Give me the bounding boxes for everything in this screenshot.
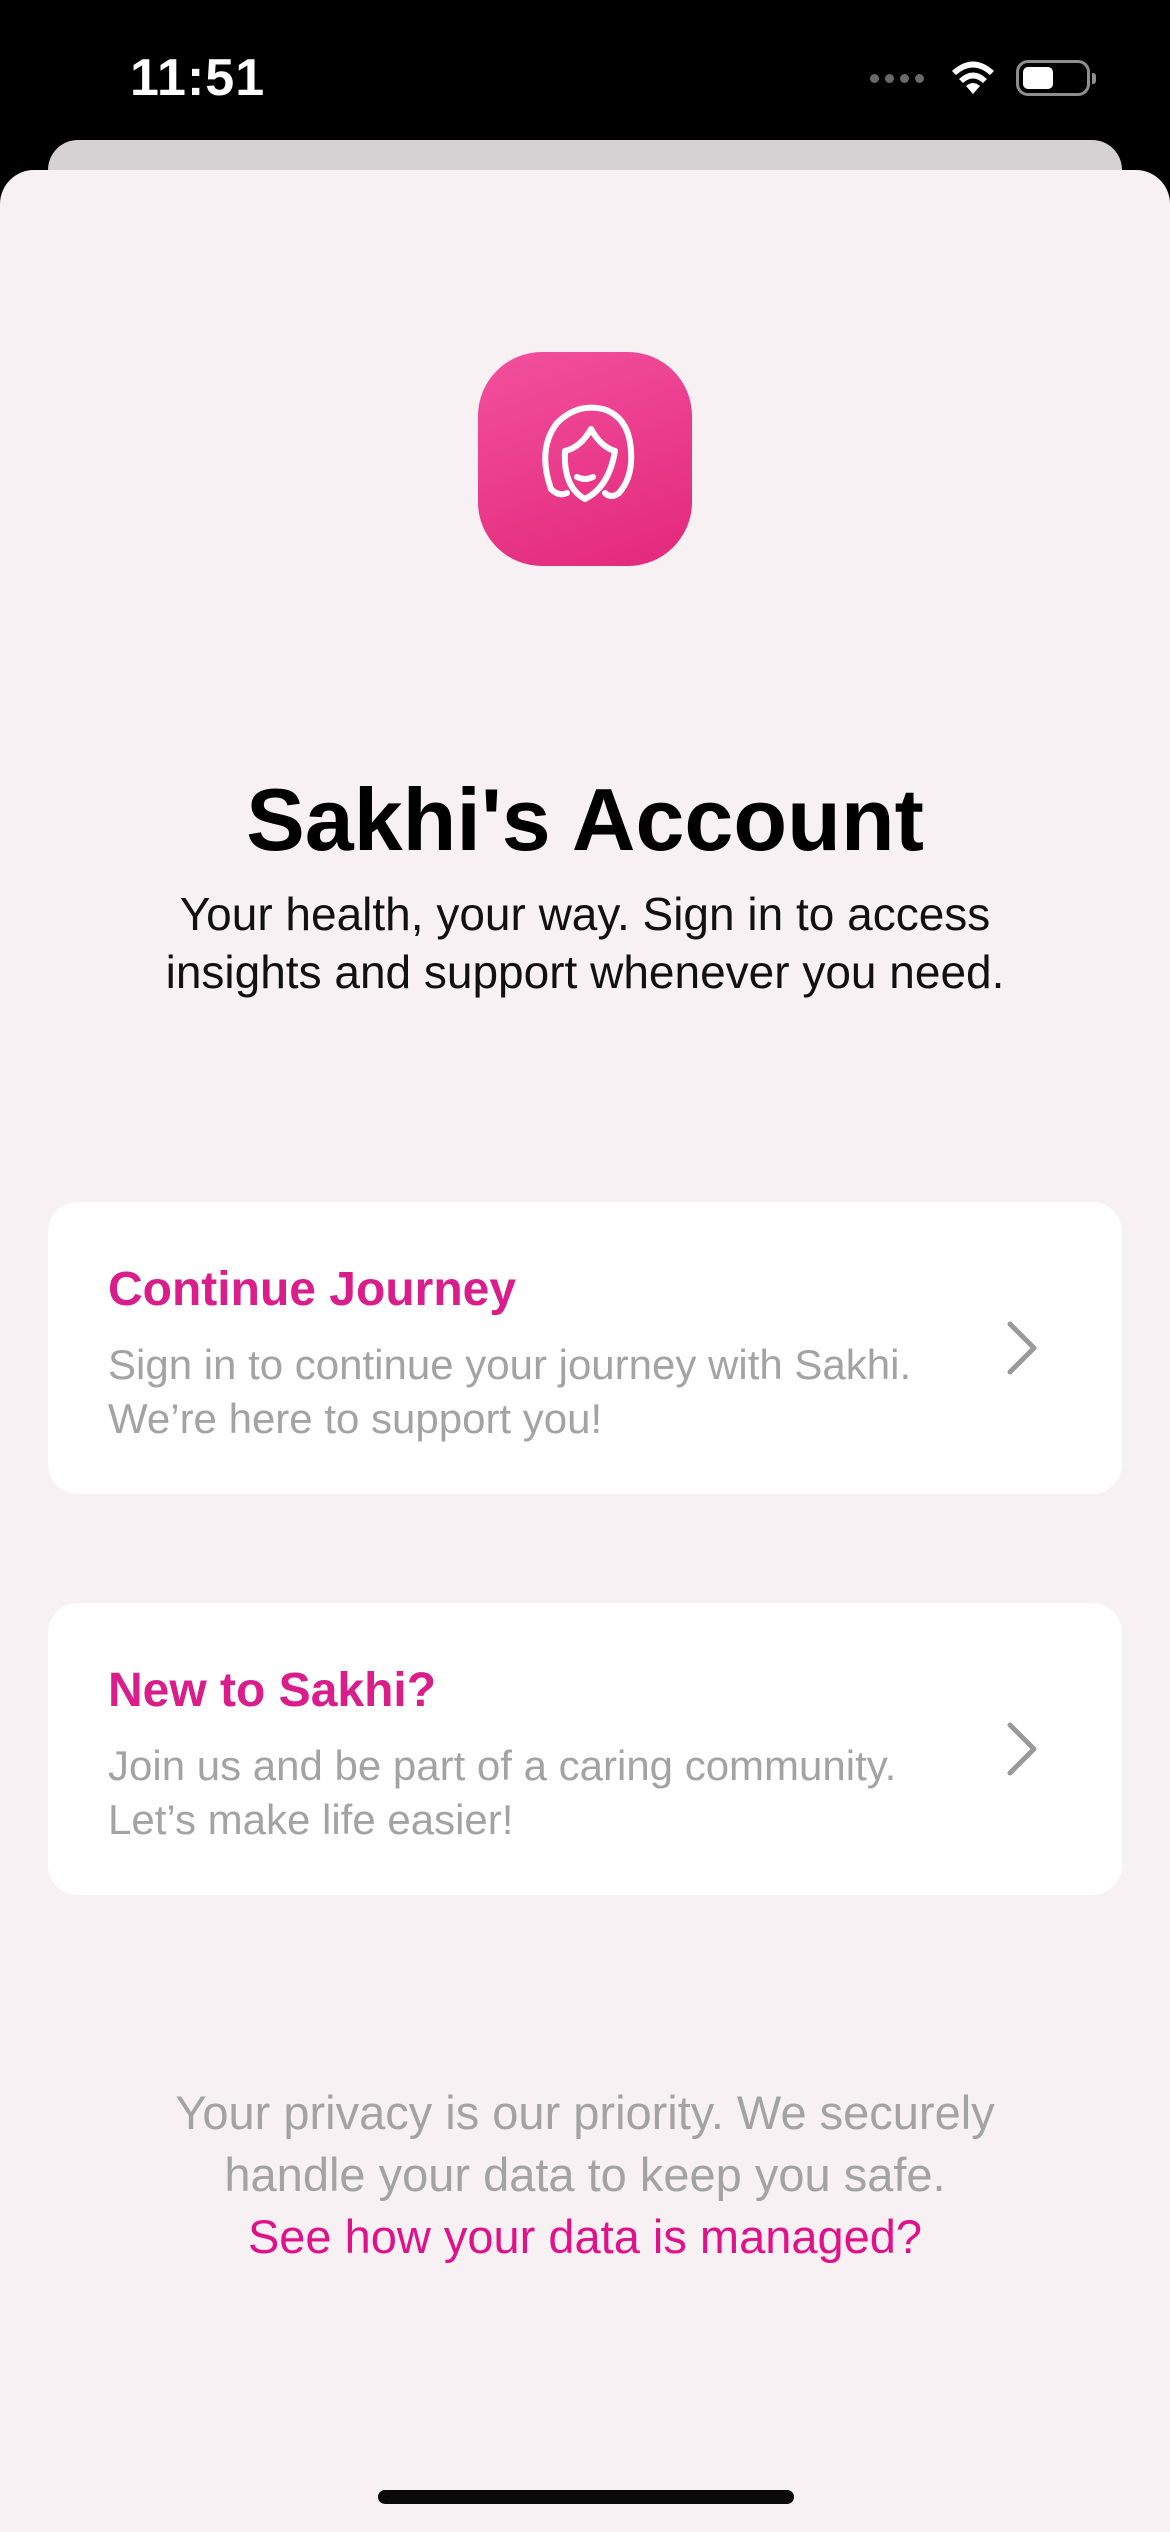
new-to-sakhi-card[interactable]: New to Sakhi? Join us and be part of a c… [48,1603,1122,1895]
status-icons [870,56,1096,100]
home-indicator[interactable] [378,2490,794,2504]
continue-journey-card[interactable]: Continue Journey Sign in to continue you… [48,1202,1122,1494]
wifi-icon [952,61,994,94]
page-title: Sakhi's Account [246,770,924,869]
chevron-right-icon [1007,1722,1037,1776]
battery-icon [1016,60,1096,96]
chevron-right-icon [1007,1321,1037,1375]
app-logo [478,352,692,566]
card-title: New to Sakhi? [108,1664,437,1717]
card-description: Join us and be part of a caring communit… [108,1742,897,1843]
page-subtitle: Your health, your way. Sign in to access… [165,888,1005,998]
signal-dots-icon [870,73,924,83]
data-management-link[interactable]: See how your data is managed? [0,2206,1170,2268]
privacy-text: Your privacy is our priority. We securel… [175,2086,995,2201]
status-time: 11:51 [130,49,266,107]
card-description: Sign in to continue your journey with Sa… [108,1341,912,1442]
status-bar: 11:51 [0,0,1170,140]
card-title: Continue Journey [108,1263,517,1316]
woman-face-icon [542,404,635,502]
